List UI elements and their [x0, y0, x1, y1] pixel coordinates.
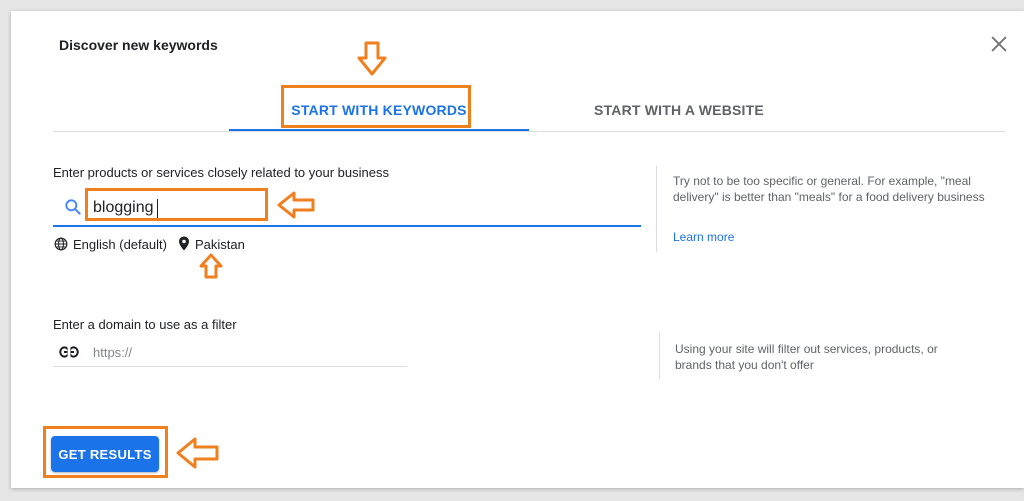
discover-keywords-dialog: Discover new keywords START WITH KEYWORD…: [11, 11, 1024, 488]
annotation-arrow-down-icon: [357, 41, 387, 76]
location-pin-icon: [179, 236, 189, 251]
annotation-arrow-left-icon: [176, 437, 219, 469]
location-selector[interactable]: Pakistan: [195, 237, 245, 252]
annotation-arrow-up-icon: [199, 253, 223, 279]
domain-field-label: Enter a domain to use as a filter: [53, 317, 237, 332]
keywords-field-label: Enter products or services closely relat…: [53, 165, 389, 180]
learn-more-link[interactable]: Learn more: [673, 230, 734, 244]
search-icon: [65, 199, 81, 215]
annotation-highlight-button: [43, 426, 168, 478]
domain-hint: Using your site will filter out services…: [675, 342, 938, 372]
hint-divider: [656, 166, 657, 252]
domain-input-underline: [53, 366, 407, 367]
tabs-divider: [53, 131, 1005, 132]
keywords-input-underline: [53, 225, 641, 227]
globe-icon: [54, 237, 68, 251]
link-icon: [59, 346, 79, 358]
hint-divider: [659, 332, 660, 379]
annotation-arrow-left-icon: [277, 191, 315, 219]
keywords-hint: Try not to be too specific or general. F…: [673, 174, 985, 204]
language-selector[interactable]: English (default): [73, 237, 167, 252]
domain-input[interactable]: [93, 343, 393, 361]
annotation-highlight-tab: [281, 85, 471, 128]
annotation-highlight-input: [85, 188, 268, 221]
close-icon[interactable]: [988, 33, 1010, 55]
tab-start-with-website[interactable]: START WITH A WEBSITE: [529, 89, 829, 131]
dialog-title: Discover new keywords: [59, 37, 218, 53]
